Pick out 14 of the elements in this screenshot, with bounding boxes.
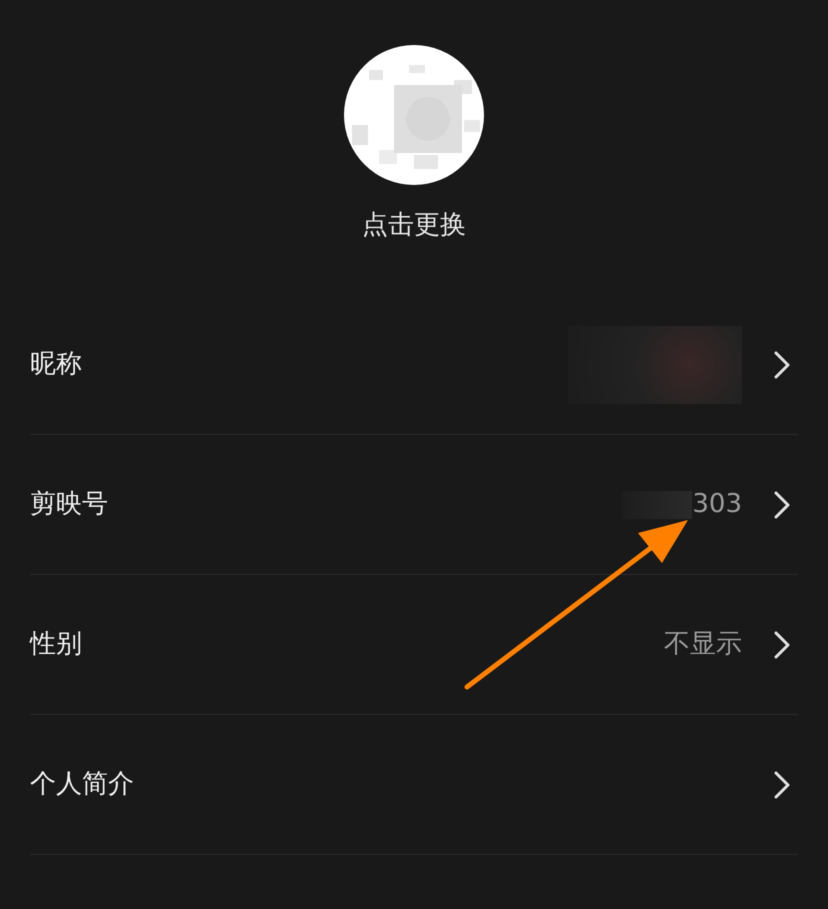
chevron-right-icon (774, 350, 790, 378)
change-avatar-label[interactable]: 点击更换 (362, 207, 466, 243)
chevron-right-icon (774, 490, 790, 518)
settings-row[interactable]: 性别 不显示 (30, 575, 798, 715)
row-label: 剪映号 (30, 488, 109, 521)
row-label: 个人简介 (30, 768, 135, 801)
row-label: 性别 (30, 628, 83, 661)
settings-row[interactable]: 个人简介 (30, 715, 798, 855)
row-value: 303 (692, 488, 742, 521)
row-value: 不显示 (664, 628, 742, 661)
row-label: 昵称 (30, 348, 83, 381)
chevron-right-icon (774, 770, 790, 798)
settings-row[interactable]: 昵称 (30, 295, 798, 435)
chevron-right-icon (774, 630, 790, 658)
